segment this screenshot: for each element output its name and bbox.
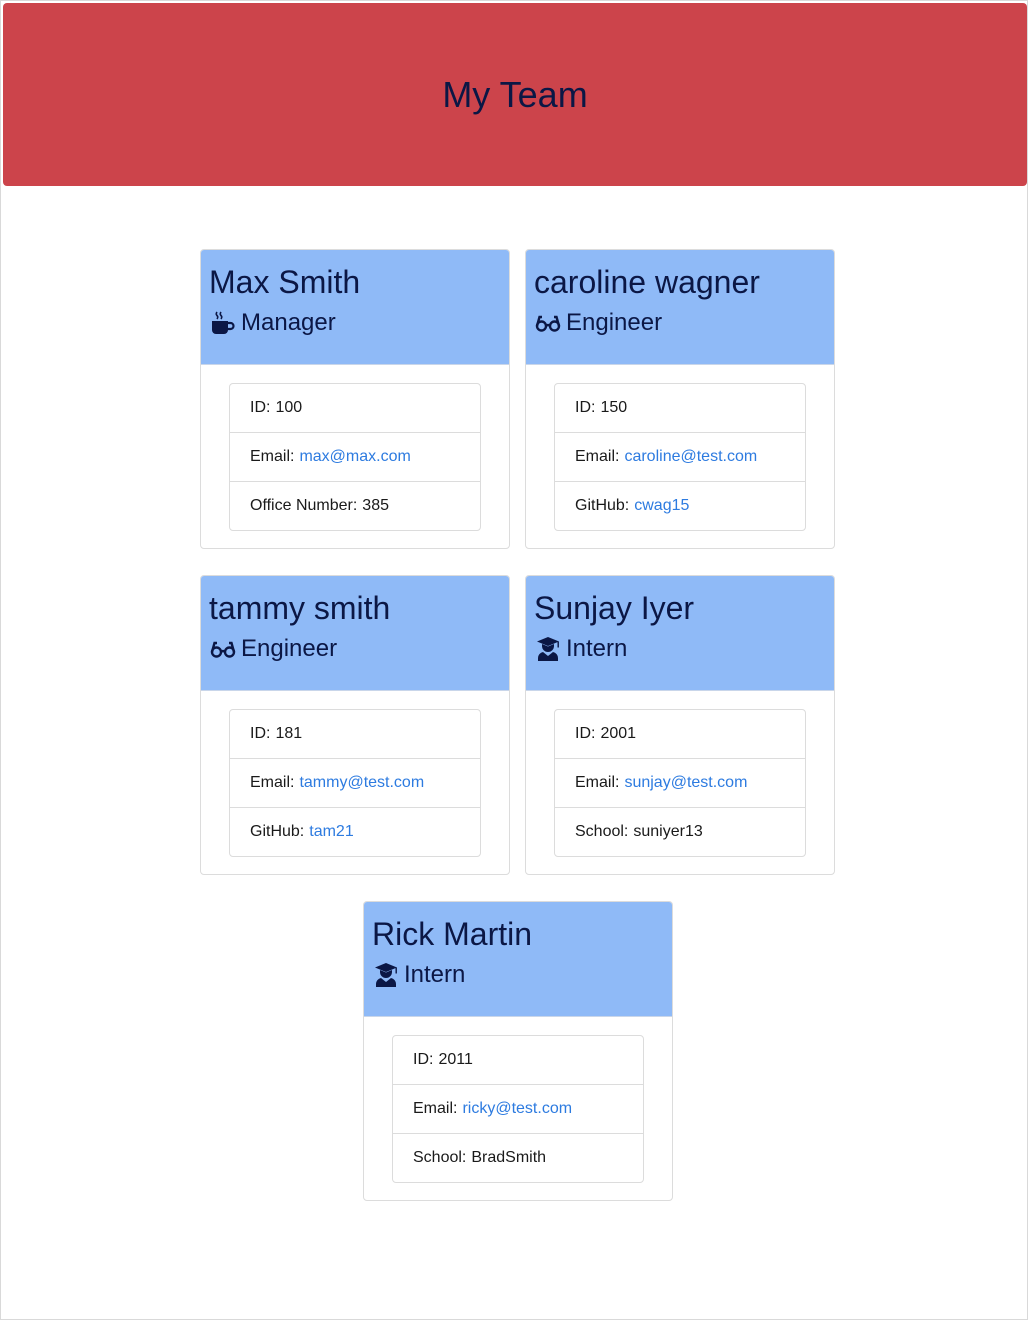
- employee-email-item: Email: ricky@test.com: [393, 1085, 643, 1134]
- id-label: ID:: [250, 725, 271, 742]
- employee-id-item: ID: 150: [555, 384, 805, 433]
- school-label: School:: [413, 1149, 467, 1166]
- id-value: 2011: [438, 1051, 473, 1068]
- employee-email-item: Email: caroline@test.com: [555, 433, 805, 482]
- id-value: 181: [275, 725, 303, 742]
- page-header: My Team: [3, 3, 1027, 186]
- page-title: My Team: [442, 73, 588, 115]
- id-label: ID:: [575, 725, 596, 742]
- employee-name: caroline wagner: [534, 264, 760, 300]
- employee-card-sunjay-iyer: Sunjay Iyer Intern ID: 2001 Email: sunja…: [525, 575, 835, 875]
- email-link[interactable]: ricky@test.com: [462, 1100, 572, 1118]
- employee-id-item: ID: 181: [230, 710, 480, 759]
- employee-details-list: ID: 181 Email: tammy@test.com GitHub: ta…: [229, 709, 481, 857]
- email-label: Email:: [575, 774, 620, 791]
- employee-card-caroline-wagner: caroline wagner Engineer ID: 150 Email: …: [525, 249, 835, 549]
- employee-email-item: Email: tammy@test.com: [230, 759, 480, 808]
- school-label: School:: [575, 823, 629, 840]
- glasses-icon: [534, 309, 562, 337]
- employee-role: Engineer: [534, 308, 826, 338]
- github-label: GitHub:: [575, 497, 630, 514]
- employee-role: Manager: [209, 308, 501, 338]
- employee-role-label: Intern: [404, 961, 466, 988]
- email-link[interactable]: sunjay@test.com: [624, 774, 747, 792]
- graduate-icon: [372, 961, 400, 989]
- employee-office-item: Office Number: 385: [230, 482, 480, 530]
- card-header: Sunjay Iyer Intern: [526, 576, 834, 691]
- email-label: Email:: [413, 1100, 458, 1117]
- email-label: Email:: [250, 448, 295, 465]
- id-value: 100: [275, 399, 303, 416]
- employee-details-list: ID: 2011 Email: ricky@test.com School: B…: [392, 1035, 644, 1183]
- github-link[interactable]: tam21: [309, 823, 353, 841]
- graduate-icon: [534, 635, 562, 663]
- email-link[interactable]: tammy@test.com: [299, 774, 424, 792]
- github-label: GitHub:: [250, 823, 305, 840]
- employee-id-item: ID: 100: [230, 384, 480, 433]
- employee-id-item: ID: 2001: [555, 710, 805, 759]
- id-value: 2001: [600, 725, 637, 742]
- card-header: Max Smith Manager: [201, 250, 509, 365]
- employee-name: Sunjay Iyer: [534, 590, 695, 626]
- page: My Team Max Smith Manager ID: 100 Email:…: [0, 0, 1028, 1320]
- employee-card-rick-martin: Rick Martin Intern ID: 2011 Email: ricky…: [363, 901, 673, 1201]
- employee-role-label: Intern: [566, 635, 628, 662]
- employee-role-label: Engineer: [566, 309, 663, 336]
- office-number-label: Office Number:: [250, 497, 358, 514]
- email-link[interactable]: caroline@test.com: [624, 448, 757, 466]
- employee-card-max-smith: Max Smith Manager ID: 100 Email: max@max…: [200, 249, 510, 549]
- employee-role-label: Manager: [241, 309, 336, 336]
- employee-details-list: ID: 150 Email: caroline@test.com GitHub:…: [554, 383, 806, 531]
- id-label: ID:: [413, 1051, 434, 1068]
- coffee-mug-icon: [209, 309, 237, 337]
- employee-role: Intern: [534, 634, 826, 664]
- office-number-value: 385: [362, 497, 389, 514]
- employee-name: Max Smith: [209, 264, 361, 300]
- school-value: BradSmith: [471, 1149, 547, 1166]
- id-label: ID:: [250, 399, 271, 416]
- card-header: Rick Martin Intern: [364, 902, 672, 1017]
- employee-name: Rick Martin: [372, 916, 533, 952]
- id-label: ID:: [575, 399, 596, 416]
- employee-role: Intern: [372, 960, 664, 990]
- employee-role: Engineer: [209, 634, 501, 664]
- employee-name: tammy smith: [209, 590, 391, 626]
- email-link[interactable]: max@max.com: [299, 448, 410, 466]
- employee-role-label: Engineer: [241, 635, 338, 662]
- github-link[interactable]: cwag15: [634, 497, 689, 515]
- employee-github-item: GitHub: tam21: [230, 808, 480, 856]
- employee-details-list: ID: 100 Email: max@max.com Office Number…: [229, 383, 481, 531]
- id-value: 150: [600, 399, 628, 416]
- employee-github-item: GitHub: cwag15: [555, 482, 805, 530]
- employee-card-tammy-smith: tammy smith Engineer ID: 181 Email: tamm…: [200, 575, 510, 875]
- employee-school-item: School: BradSmith: [393, 1134, 643, 1182]
- email-label: Email:: [575, 448, 620, 465]
- employee-school-item: School: suniyer13: [555, 808, 805, 856]
- employee-email-item: Email: max@max.com: [230, 433, 480, 482]
- glasses-icon: [209, 635, 237, 663]
- card-header: tammy smith Engineer: [201, 576, 509, 691]
- employee-details-list: ID: 2001 Email: sunjay@test.com School: …: [554, 709, 806, 857]
- email-label: Email:: [250, 774, 295, 791]
- employee-email-item: Email: sunjay@test.com: [555, 759, 805, 808]
- employee-id-item: ID: 2011: [393, 1036, 643, 1085]
- school-value: suniyer13: [633, 823, 703, 840]
- card-header: caroline wagner Engineer: [526, 250, 834, 365]
